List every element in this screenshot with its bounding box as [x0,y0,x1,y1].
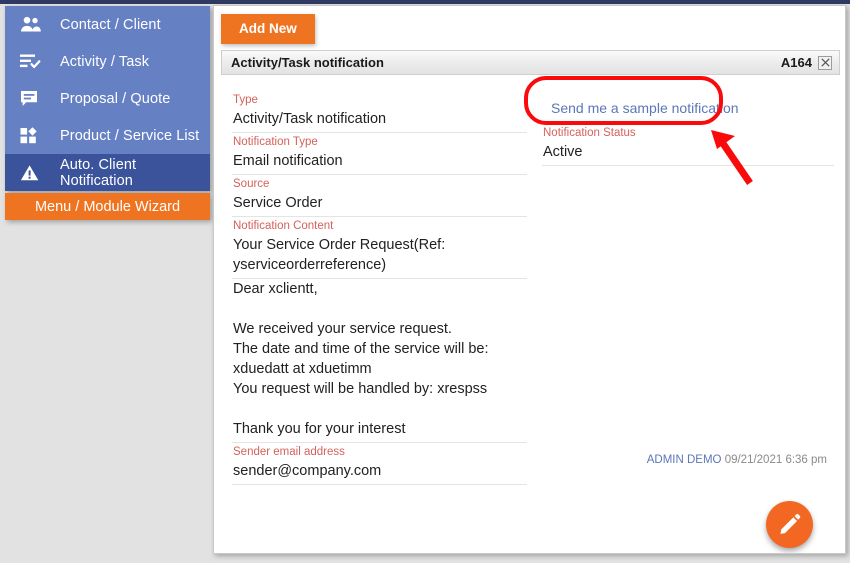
record-code: A164 [780,55,812,70]
sidebar-item-product-service-list[interactable]: Product / Service List [5,117,210,154]
app-root: Contact / Client Activity / Task Proposa… [0,0,850,563]
menu-module-wizard-button[interactable]: Menu / Module Wizard [5,193,210,220]
field-label: Type [233,94,258,106]
sidebar-item-contact-client[interactable]: Contact / Client [5,6,210,43]
add-new-wrapper: Add New [221,14,315,44]
warning-triangle-icon [20,162,48,184]
sidebar-item-label: Activity / Task [60,53,150,70]
pencil-edit-icon [778,513,801,536]
field-value[interactable]: Email notification [232,151,527,175]
edit-fab-button[interactable] [766,501,813,548]
field-notification-content: Notification Content Your Service Order … [232,218,527,443]
main-panel: Add New Activity/Task notification A164 … [213,5,846,554]
speech-bubble-icon [20,88,48,110]
field-sender-email: Sender email address sender@company.com [232,444,527,485]
people-icon [20,14,48,36]
sidebar: Contact / Client Activity / Task Proposa… [5,6,210,191]
field-label: Source [233,178,270,190]
field-source: Source Service Order [232,176,527,217]
top-accent-strip [0,0,850,4]
field-label: Sender email address [233,446,345,458]
field-notification-status: Notification Status Active [542,125,834,166]
field-value[interactable]: Service Order [232,193,527,217]
field-label: Notification Type [233,136,318,148]
form-right-column: Send me a sample notification Notificati… [542,92,834,167]
field-value[interactable]: Active [542,142,834,166]
add-new-button[interactable]: Add New [221,14,315,44]
record-signature: ADMIN DEMO 09/21/2021 6:36 pm [647,454,827,466]
field-label: Notification Content [233,220,334,232]
task-list-check-icon [20,51,48,73]
notification-content-body[interactable]: Dear xclientt, We received your service … [232,279,527,443]
form-left-column: Type Activity/Task notification Notifica… [232,92,527,486]
wizard-button-label: Menu / Module Wizard [34,198,181,215]
field-value[interactable]: sender@company.com [232,461,527,485]
send-sample-notification-link[interactable]: Send me a sample notification [542,92,834,125]
signature-timestamp: 09/21/2021 6:36 pm [724,454,827,466]
sidebar-item-label: Auto. Client Notification [60,156,137,189]
grid-blocks-icon [20,125,48,147]
sidebar-item-proposal-quote[interactable]: Proposal / Quote [5,80,210,117]
sidebar-item-activity-task[interactable]: Activity / Task [5,43,210,80]
close-x-icon[interactable] [818,55,832,70]
sidebar-item-auto-client-notification[interactable]: Auto. Client Notification [5,154,210,191]
field-label: Notification Status [543,127,636,139]
field-notification-type: Notification Type Email notification [232,134,527,175]
record-tab-bar: Activity/Task notification A164 [221,50,840,75]
field-value[interactable]: Your Service Order Request(Ref: yservice… [232,235,527,279]
sidebar-item-label: Product / Service List [60,127,200,144]
sidebar-item-label: Proposal / Quote [60,90,171,107]
field-value[interactable]: Activity/Task notification [232,109,527,133]
tab-title: Activity/Task notification [231,55,384,70]
field-type: Type Activity/Task notification [232,92,527,133]
signature-user: ADMIN DEMO [646,454,722,466]
sidebar-item-label: Contact / Client [60,16,161,33]
